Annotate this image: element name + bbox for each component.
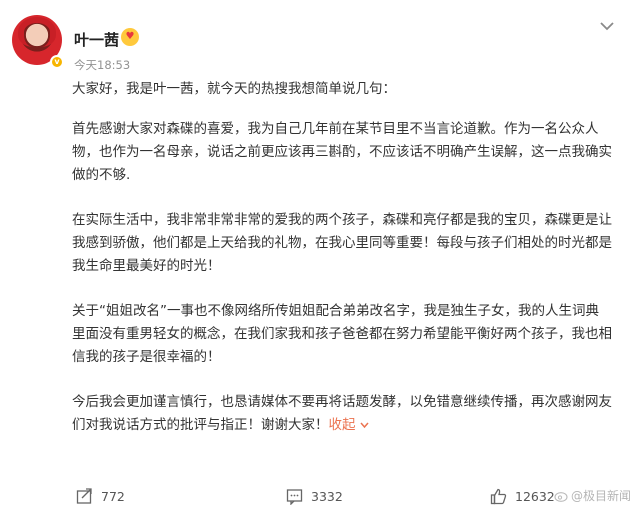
like-button[interactable]: 12632 — [490, 484, 555, 508]
repost-button[interactable]: 772 — [76, 484, 125, 508]
repost-count: 772 — [101, 488, 125, 504]
like-count: 12632 — [515, 488, 555, 504]
post-paragraph: 首先感谢大家对森碟的喜爱，我为自己几年前在某节目里不当言论道歉。作为一名公众人物… — [72, 121, 612, 183]
post-paragraph: 在实际生活中，我非常非常非常的爱我的两个孩子，森碟和亮仔都是我的宝贝，森碟更是让… — [72, 212, 612, 274]
post-header: v 叶一茜 ♥ 今天18:53 — [12, 15, 619, 75]
verified-badge-icon: v — [50, 55, 64, 69]
author-name[interactable]: 叶一茜 — [74, 29, 119, 50]
heart-eyes-emoji-icon: ♥ — [121, 28, 139, 46]
weibo-logo-icon — [554, 491, 568, 502]
watermark: @极目新闻 — [554, 487, 631, 504]
collapse-link[interactable]: 收起 — [329, 417, 369, 433]
comment-button[interactable]: 3332 — [286, 484, 343, 508]
watermark-text: @极目新闻 — [571, 489, 631, 503]
repost-icon — [76, 487, 92, 504]
post-timestamp[interactable]: 今天18:53 — [74, 57, 130, 73]
comment-icon — [286, 488, 303, 505]
collapse-chevron-icon[interactable] — [360, 422, 369, 429]
action-bar: 772 3332 12632 @极目新闻 — [0, 484, 631, 508]
post-paragraph: 关于“姐姐改名”一事也不像网络所传姐姐配合弟弟改名字，我是独生子女，我的人生词典… — [72, 303, 612, 365]
collapse-label[interactable]: 收起 — [329, 417, 356, 433]
post-paragraph: 大家好，我是叶一茜，就今天的热搜我想简单说几句： — [72, 81, 396, 97]
post-paragraph-last: 今后我会更加谨言慎行，也恳请媒体不要再将话题发酵，以免错意继续传播，再次感谢网友… — [72, 391, 612, 437]
post-body: 大家好，我是叶一茜，就今天的热搜我想简单说几句： 首先感谢大家对森碟的喜爱，我为… — [72, 78, 612, 459]
avatar-hood — [18, 17, 56, 47]
comment-count: 3332 — [311, 488, 343, 504]
chevron-down-icon[interactable] — [598, 19, 616, 33]
thumbs-up-icon — [490, 488, 507, 504]
